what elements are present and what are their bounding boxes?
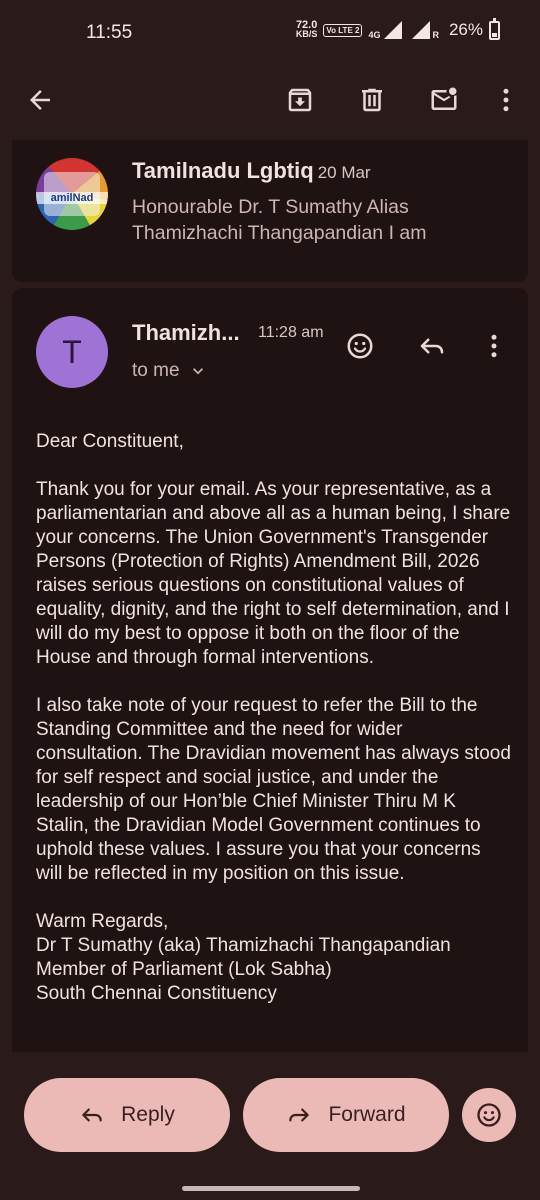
recipient-label: to me — [132, 360, 180, 381]
bottom-action-bar: Reply Forward — [0, 1052, 540, 1200]
reply-button[interactable]: Reply — [24, 1078, 230, 1152]
forward-button[interactable]: Forward — [243, 1078, 449, 1152]
archive-icon[interactable] — [282, 82, 318, 118]
previous-email-snippet: Honourable Dr. T Sumathy Alias Thamizhac… — [132, 196, 427, 244]
emoji-reaction-button[interactable] — [462, 1088, 516, 1142]
more-vert-icon[interactable] — [488, 82, 524, 118]
reply-icon[interactable] — [414, 328, 450, 364]
volte-icon: Vo LTE 2 — [323, 23, 363, 37]
reply-icon — [82, 1108, 102, 1122]
network-speed: 72.0 KB/S — [295, 19, 318, 39]
email-paragraph: I also take note of your request to refe… — [36, 695, 511, 884]
battery-percent: 26% — [448, 20, 483, 39]
recipient-details-toggle[interactable]: to me — [132, 360, 208, 382]
more-vert-icon[interactable] — [476, 328, 512, 364]
chevron-down-icon — [192, 368, 203, 375]
delete-icon[interactable] — [354, 82, 390, 118]
sender-name[interactable]: Thamizh... — [132, 320, 240, 346]
email-body: Dear Constituent, Thank you for your ema… — [36, 430, 512, 1006]
previous-sender-name: Tamilnadu Lgbtiq — [132, 158, 314, 183]
open-email-card: T Thamizh... 11:28 am to me Dear Constit… — [12, 288, 528, 1052]
status-time: 11:55 — [86, 22, 133, 43]
back-arrow-icon[interactable] — [22, 82, 58, 118]
signal-roaming-icon: R — [410, 20, 439, 40]
email-paragraph: Thank you for your email. As your repres… — [36, 479, 511, 668]
signature-constituency: South Chennai Constituency — [36, 983, 277, 1004]
add-reaction-icon[interactable] — [342, 328, 378, 364]
reply-label: Reply — [121, 1103, 175, 1126]
avatar-logo-text: amilNad — [36, 192, 108, 204]
top-toolbar — [0, 70, 540, 130]
battery-icon — [489, 17, 500, 40]
previous-email-card[interactable]: amilNad Tamilnadu Lgbtiq 20 Mar Honourabl… — [12, 140, 528, 282]
email-signature: Warm Regards, Dr T Sumathy (aka) Thamizh… — [36, 910, 512, 1006]
smiley-icon — [477, 1103, 501, 1127]
forward-label: Forward — [328, 1103, 406, 1126]
signature-name: Dr T Sumathy (aka) Thamizhachi Thangapan… — [36, 935, 451, 956]
home-indicator[interactable] — [182, 1186, 360, 1191]
status-bar: 11:55 72.0 KB/S Vo LTE 2 4G R 26% — [0, 0, 540, 70]
sender-avatar[interactable]: amilNad — [36, 158, 108, 230]
status-icons: 72.0 KB/S Vo LTE 2 4G R 26% — [295, 17, 500, 40]
forward-icon — [289, 1108, 310, 1122]
email-time: 11:28 am — [258, 324, 324, 341]
mark-unread-icon[interactable] — [426, 82, 462, 118]
signature-title: Member of Parliament (Lok Sabha) — [36, 959, 332, 980]
email-greeting: Dear Constituent, — [36, 431, 184, 452]
sender-avatar[interactable]: T — [36, 316, 108, 388]
previous-email-date: 20 Mar — [317, 163, 371, 182]
signature-closing: Warm Regards, — [36, 911, 169, 932]
signal-icon: 4G — [368, 20, 404, 40]
previous-sender-line: Tamilnadu Lgbtiq 20 Mar — [132, 158, 371, 184]
